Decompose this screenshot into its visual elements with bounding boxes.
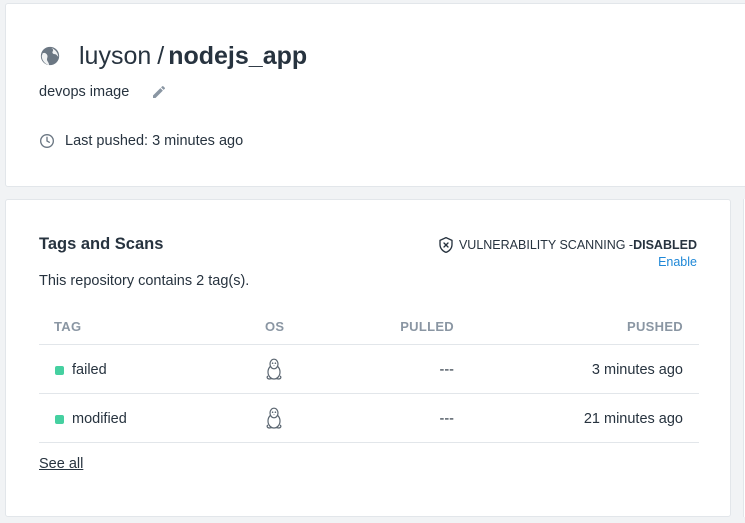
- enable-scanning-link[interactable]: Enable: [658, 255, 697, 269]
- table-row: modified --- 21 minutes ago: [39, 394, 699, 443]
- pushed-value: 21 minutes ago: [583, 411, 683, 427]
- column-header-tag: TAG: [54, 319, 82, 334]
- status-dot: [55, 415, 64, 424]
- pencil-edit-icon[interactable]: [151, 84, 167, 100]
- description-row: devops image: [39, 84, 167, 100]
- repository-name: nodejs_app: [168, 41, 308, 70]
- column-header-pulled: PULLED: [400, 319, 454, 334]
- repository-separator: /: [157, 41, 165, 70]
- tag-count-text: This repository contains 2 tag(s).: [39, 273, 250, 289]
- globe-icon: [40, 46, 60, 66]
- shield-x-icon: [439, 237, 453, 253]
- pulled-value: ---: [439, 362, 455, 378]
- column-header-pushed: PUSHED: [627, 319, 683, 334]
- last-pushed-row: Last pushed: 3 minutes ago: [39, 133, 243, 149]
- table-header: TAG OS PULLED PUSHED: [39, 308, 699, 345]
- table-row: failed --- 3 minutes ago: [39, 345, 699, 394]
- tags-table: TAG OS PULLED PUSHED failed --- 3 minute…: [39, 308, 699, 443]
- linux-icon: [266, 407, 282, 429]
- pushed-value: 3 minutes ago: [591, 362, 683, 378]
- repository-title: luyson / nodejs_app: [39, 40, 307, 72]
- linux-icon: [266, 358, 282, 380]
- column-header-os: OS: [265, 319, 285, 334]
- repository-summary-card: luyson / nodejs_app devops image Last pu…: [5, 3, 745, 187]
- tag-name[interactable]: failed: [72, 362, 107, 378]
- pulled-value: ---: [439, 411, 455, 427]
- scan-label: VULNERABILITY SCANNING -: [458, 238, 634, 252]
- clock-icon: [40, 134, 54, 148]
- section-title: Tags and Scans: [39, 235, 164, 253]
- vulnerability-scanning-status: VULNERABILITY SCANNING - DISABLED: [438, 236, 697, 254]
- tags-and-scans-card: Tags and Scans VULNERABILITY SCANNING - …: [5, 199, 731, 517]
- last-pushed-text: Last pushed: 3 minutes ago: [65, 133, 244, 149]
- tag-name[interactable]: modified: [72, 411, 127, 427]
- see-all-link[interactable]: See all: [39, 456, 83, 472]
- repository-namespace[interactable]: luyson: [79, 42, 151, 71]
- status-dot: [55, 366, 64, 375]
- repository-description: devops image: [39, 84, 130, 100]
- scan-status: DISABLED: [633, 238, 697, 252]
